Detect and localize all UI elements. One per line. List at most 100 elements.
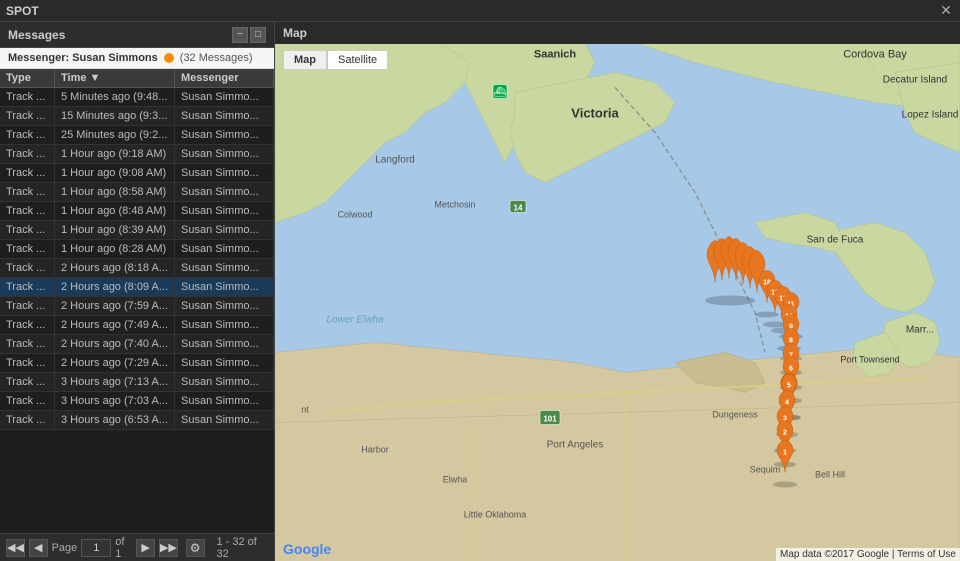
- svg-text:5: 5: [787, 383, 791, 390]
- cell-time: 25 Minutes ago (9:2...: [55, 126, 175, 144]
- map-top-bar: Map: [275, 22, 960, 44]
- table-row[interactable]: Track ...15 Minutes ago (9:3...Susan Sim…: [0, 107, 274, 126]
- cell-messenger: Susan Simmo...: [175, 335, 274, 353]
- table-row[interactable]: Track ...1 Hour ago (8:58 AM)Susan Simmo…: [0, 183, 274, 202]
- cell-type: Track ...: [0, 354, 55, 372]
- cell-time: 2 Hours ago (7:59 A...: [55, 297, 175, 315]
- table-row[interactable]: Track ...25 Minutes ago (9:2...Susan Sim…: [0, 126, 274, 145]
- table-row[interactable]: Track ...2 Hours ago (7:29 A...Susan Sim…: [0, 354, 274, 373]
- table-header: Type Time ▼ Messenger: [0, 69, 274, 88]
- svg-text:Port Angeles: Port Angeles: [547, 440, 604, 451]
- cell-time: 2 Hours ago (8:09 A...: [55, 278, 175, 296]
- messages-table[interactable]: Type Time ▼ Messenger Track ...5 Minutes…: [0, 69, 274, 533]
- close-icon[interactable]: ✕: [938, 3, 954, 19]
- app-top-bar: SPOT ✕: [0, 0, 960, 22]
- cell-time: 1 Hour ago (8:28 AM): [55, 240, 175, 258]
- svg-text:Lower Elwha: Lower Elwha: [326, 315, 384, 326]
- page-of: of 1: [115, 536, 132, 560]
- minimize-button[interactable]: −: [232, 27, 248, 43]
- cell-messenger: Susan Simmo...: [175, 373, 274, 391]
- svg-text:Victoria: Victoria: [571, 106, 619, 121]
- cell-type: Track ...: [0, 335, 55, 353]
- svg-text:Cordova Bay: Cordova Bay: [843, 49, 907, 61]
- left-panel: Messages − □ Messenger: Susan Simmons (3…: [0, 22, 275, 561]
- cell-type: Track ...: [0, 373, 55, 391]
- first-page-button[interactable]: ◀◀: [6, 539, 25, 557]
- table-row[interactable]: Track ...3 Hours ago (7:03 A...Susan Sim…: [0, 392, 274, 411]
- cell-time: 2 Hours ago (7:49 A...: [55, 316, 175, 334]
- svg-text:Harbor: Harbor: [361, 445, 389, 455]
- cell-time: 3 Hours ago (6:53 A...: [55, 411, 175, 429]
- cell-type: Track ...: [0, 259, 55, 277]
- table-row[interactable]: Track ...1 Hour ago (8:28 AM)Susan Simmo…: [0, 240, 274, 259]
- table-row[interactable]: Track ...1 Hour ago (9:18 AM)Susan Simmo…: [0, 145, 274, 164]
- table-row[interactable]: Track ...3 Hours ago (7:13 A...Susan Sim…: [0, 373, 274, 392]
- cell-messenger: Susan Simmo...: [175, 202, 274, 220]
- svg-text:4: 4: [785, 400, 789, 407]
- panel-header: Messages − □: [0, 22, 274, 48]
- cell-time: 5 Minutes ago (9:48...: [55, 88, 175, 106]
- cell-type: Track ...: [0, 164, 55, 182]
- cell-messenger: Susan Simmo...: [175, 411, 274, 429]
- svg-text:nt: nt: [301, 405, 309, 415]
- cell-time: 3 Hours ago (7:13 A...: [55, 373, 175, 391]
- map-panel: Map: [275, 22, 960, 561]
- svg-text:Dungeness: Dungeness: [712, 410, 758, 420]
- svg-text:Port Townsend: Port Townsend: [840, 355, 899, 365]
- cell-messenger: Susan Simmo...: [175, 88, 274, 106]
- table-row[interactable]: Track ...1 Hour ago (8:48 AM)Susan Simmo…: [0, 202, 274, 221]
- svg-text:101: 101: [543, 415, 557, 424]
- svg-text:14: 14: [514, 204, 523, 213]
- col-type: Type: [0, 69, 55, 87]
- google-logo: Google: [283, 541, 331, 557]
- messenger-dot: [164, 53, 174, 63]
- page-input[interactable]: [81, 539, 111, 557]
- cell-messenger: Susan Simmo...: [175, 259, 274, 277]
- svg-text:Colwood: Colwood: [337, 210, 372, 220]
- table-row[interactable]: Track ...1 Hour ago (9:08 AM)Susan Simmo…: [0, 164, 274, 183]
- col-messenger: Messenger: [175, 69, 274, 87]
- table-row[interactable]: Track ...2 Hours ago (7:49 A...Susan Sim…: [0, 316, 274, 335]
- app-title: SPOT: [6, 4, 39, 18]
- table-row[interactable]: Track ...2 Hours ago (8:09 A...Susan Sim…: [0, 278, 274, 297]
- cell-time: 2 Hours ago (7:40 A...: [55, 335, 175, 353]
- svg-text:San de Fuca: San de Fuca: [807, 235, 864, 246]
- cell-type: Track ...: [0, 183, 55, 201]
- svg-text:Marr...: Marr...: [906, 325, 934, 336]
- messenger-bar: Messenger: Susan Simmons (32 Messages): [0, 48, 274, 69]
- col-time[interactable]: Time ▼: [55, 69, 175, 87]
- svg-text:2: 2: [783, 430, 787, 437]
- map-svg: 101 14 ⛴ Saanich Victoria Langford Metch…: [275, 44, 960, 561]
- cell-type: Track ...: [0, 221, 55, 239]
- table-row[interactable]: Track ...5 Minutes ago (9:48...Susan Sim…: [0, 88, 274, 107]
- cell-type: Track ...: [0, 411, 55, 429]
- maximize-button[interactable]: □: [250, 27, 266, 43]
- pagination: ◀◀ ◀ Page of 1 ▶ ▶▶ ⚙ 1 - 32 of 32: [0, 533, 274, 561]
- table-row[interactable]: Track ...2 Hours ago (8:18 A...Susan Sim…: [0, 259, 274, 278]
- table-row[interactable]: Track ...2 Hours ago (7:40 A...Susan Sim…: [0, 335, 274, 354]
- panel-title: Messages: [8, 28, 65, 42]
- table-row[interactable]: Track ...3 Hours ago (6:53 A...Susan Sim…: [0, 411, 274, 430]
- table-row[interactable]: Track ...1 Hour ago (8:39 AM)Susan Simmo…: [0, 221, 274, 240]
- cell-time: 1 Hour ago (9:18 AM): [55, 145, 175, 163]
- prev-page-button[interactable]: ◀: [29, 539, 48, 557]
- cell-messenger: Susan Simmo...: [175, 107, 274, 125]
- svg-text:Little Oklahoma: Little Oklahoma: [464, 510, 527, 520]
- svg-text:Saanich: Saanich: [534, 49, 576, 61]
- cell-time: 1 Hour ago (8:48 AM): [55, 202, 175, 220]
- messenger-count: (32 Messages): [180, 52, 253, 64]
- svg-text:Decatur Island: Decatur Island: [883, 75, 947, 86]
- last-page-button[interactable]: ▶▶: [159, 539, 178, 557]
- satellite-tab[interactable]: Satellite: [327, 50, 388, 70]
- messenger-label: Messenger: Susan Simmons: [8, 52, 158, 64]
- settings-button[interactable]: ⚙: [186, 539, 205, 557]
- next-page-button[interactable]: ▶: [136, 539, 155, 557]
- svg-text:Langford: Langford: [375, 155, 414, 166]
- cell-messenger: Susan Simmo...: [175, 278, 274, 296]
- cell-messenger: Susan Simmo...: [175, 316, 274, 334]
- cell-type: Track ...: [0, 278, 55, 296]
- map-tab[interactable]: Map: [283, 50, 327, 70]
- svg-text:Elwha: Elwha: [443, 475, 468, 485]
- main-layout: Messages − □ Messenger: Susan Simmons (3…: [0, 22, 960, 561]
- table-row[interactable]: Track ...2 Hours ago (7:59 A...Susan Sim…: [0, 297, 274, 316]
